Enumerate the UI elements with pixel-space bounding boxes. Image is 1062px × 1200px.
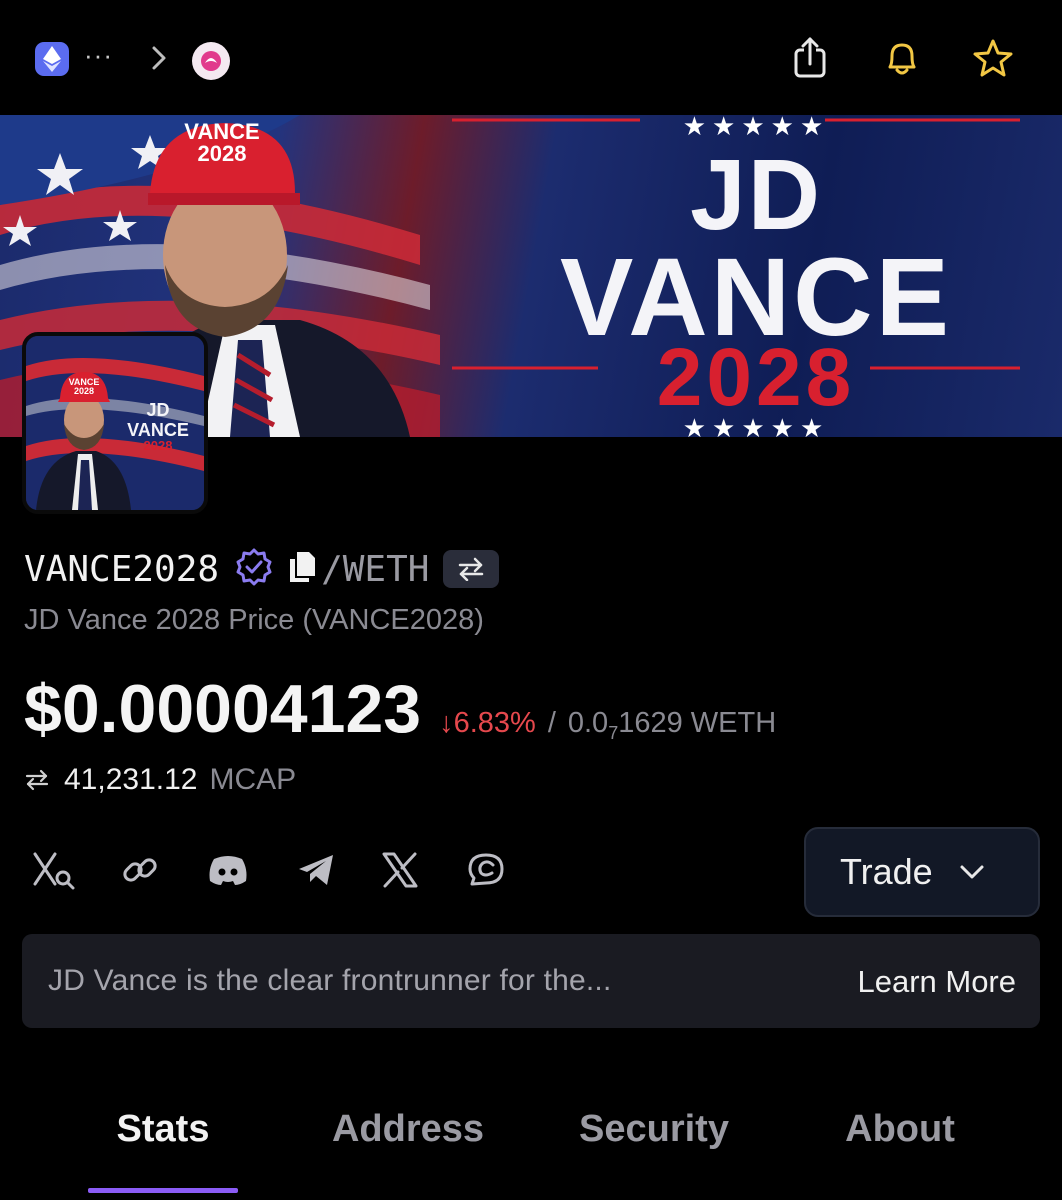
weth-price-suffix: 1629 WETH xyxy=(618,707,777,739)
avatar-artwork: VANCE 2028 JD VANCE 2028 xyxy=(26,336,204,510)
star-icon xyxy=(973,39,1013,77)
x-search-icon xyxy=(33,852,75,890)
trade-label: Trade xyxy=(840,851,933,892)
tab-security[interactable]: Security xyxy=(566,1108,742,1151)
telegram-button[interactable] xyxy=(294,848,338,892)
chevron-down-icon xyxy=(960,865,984,879)
banner-line-jd: JD xyxy=(690,139,822,251)
swap-pair-button[interactable] xyxy=(443,550,500,588)
tab-address[interactable]: Address xyxy=(318,1108,498,1151)
pair-quote-symbol: /WETH xyxy=(321,548,430,590)
weth-price: 0.071629 WETH xyxy=(568,707,776,744)
weth-price-prefix: 0.0 xyxy=(567,707,609,739)
website-link-button[interactable] xyxy=(118,848,162,892)
token-symbol-row: VANCE2028 /WETH xyxy=(24,546,500,592)
tab-stats[interactable]: Stats xyxy=(90,1108,236,1151)
token-price: $0.00004123 xyxy=(24,671,422,747)
weth-price-zero-count: 7 xyxy=(608,722,619,743)
price-separator: / xyxy=(547,707,556,739)
discord-icon xyxy=(209,856,247,885)
tab-about[interactable]: About xyxy=(830,1108,970,1151)
swap-icon xyxy=(459,557,484,581)
chat-icon xyxy=(468,853,504,886)
link-icon xyxy=(123,858,157,882)
x-button[interactable] xyxy=(378,848,422,892)
banner-stars-top: ★★★★★ xyxy=(682,115,830,141)
svg-text:2028: 2028 xyxy=(198,141,247,166)
copy-contract-icon[interactable] xyxy=(287,550,317,589)
chat-button[interactable] xyxy=(464,848,508,892)
price-row: $0.00004123 ↓6.83% / 0.071629 WETH xyxy=(24,670,776,754)
top-bar: ··· xyxy=(0,0,1062,115)
bell-icon xyxy=(888,43,916,75)
ethereum-icon[interactable] xyxy=(35,42,69,76)
trade-dropdown-button[interactable]: Trade xyxy=(804,827,1040,917)
market-cap-row: 41,231.12 MCAP xyxy=(24,760,296,800)
active-tab-indicator xyxy=(88,1188,238,1193)
discord-button[interactable] xyxy=(204,848,252,892)
chevron-right-icon xyxy=(150,44,168,77)
description-text: JD Vance is the clear frontrunner for th… xyxy=(48,964,612,997)
price-change: ↓6.83% xyxy=(439,707,536,739)
banner-line-year: 2028 xyxy=(656,332,856,423)
x-search-button[interactable] xyxy=(30,848,78,892)
favorite-button[interactable] xyxy=(972,38,1014,83)
market-cap-label: MCAP xyxy=(209,763,297,796)
alert-button[interactable] xyxy=(882,38,922,83)
banner-stars-bottom: ★★★★★ xyxy=(682,413,830,437)
svg-text:VANCE: VANCE xyxy=(127,420,189,440)
svg-text:JD: JD xyxy=(146,400,169,420)
swap-icon[interactable] xyxy=(24,769,50,791)
description-bar: JD Vance is the clear frontrunner for th… xyxy=(22,934,1040,1028)
learn-more-button[interactable]: Learn More xyxy=(857,964,1016,1000)
banner-title: ★★★★★ JD VANCE 2028 ★★★★★ xyxy=(450,115,1062,437)
verified-badge-icon xyxy=(235,548,273,591)
share-button[interactable] xyxy=(790,36,830,85)
token-symbol: VANCE2028 xyxy=(24,548,220,590)
token-avatar[interactable]: VANCE 2028 JD VANCE 2028 xyxy=(22,332,208,514)
x-icon xyxy=(382,852,418,888)
share-icon xyxy=(794,37,826,78)
token-logo-icon[interactable] xyxy=(192,42,230,80)
market-cap-value: 41,231.12 xyxy=(64,763,198,796)
svg-text:2028: 2028 xyxy=(74,386,94,396)
more-menu-button[interactable]: ··· xyxy=(84,40,113,71)
tab-bar: Stats Address Security About xyxy=(0,1100,1062,1200)
token-subtitle: JD Vance 2028 Price (VANCE2028) xyxy=(24,604,484,636)
svg-text:2028: 2028 xyxy=(144,438,173,453)
telegram-icon xyxy=(299,855,333,885)
